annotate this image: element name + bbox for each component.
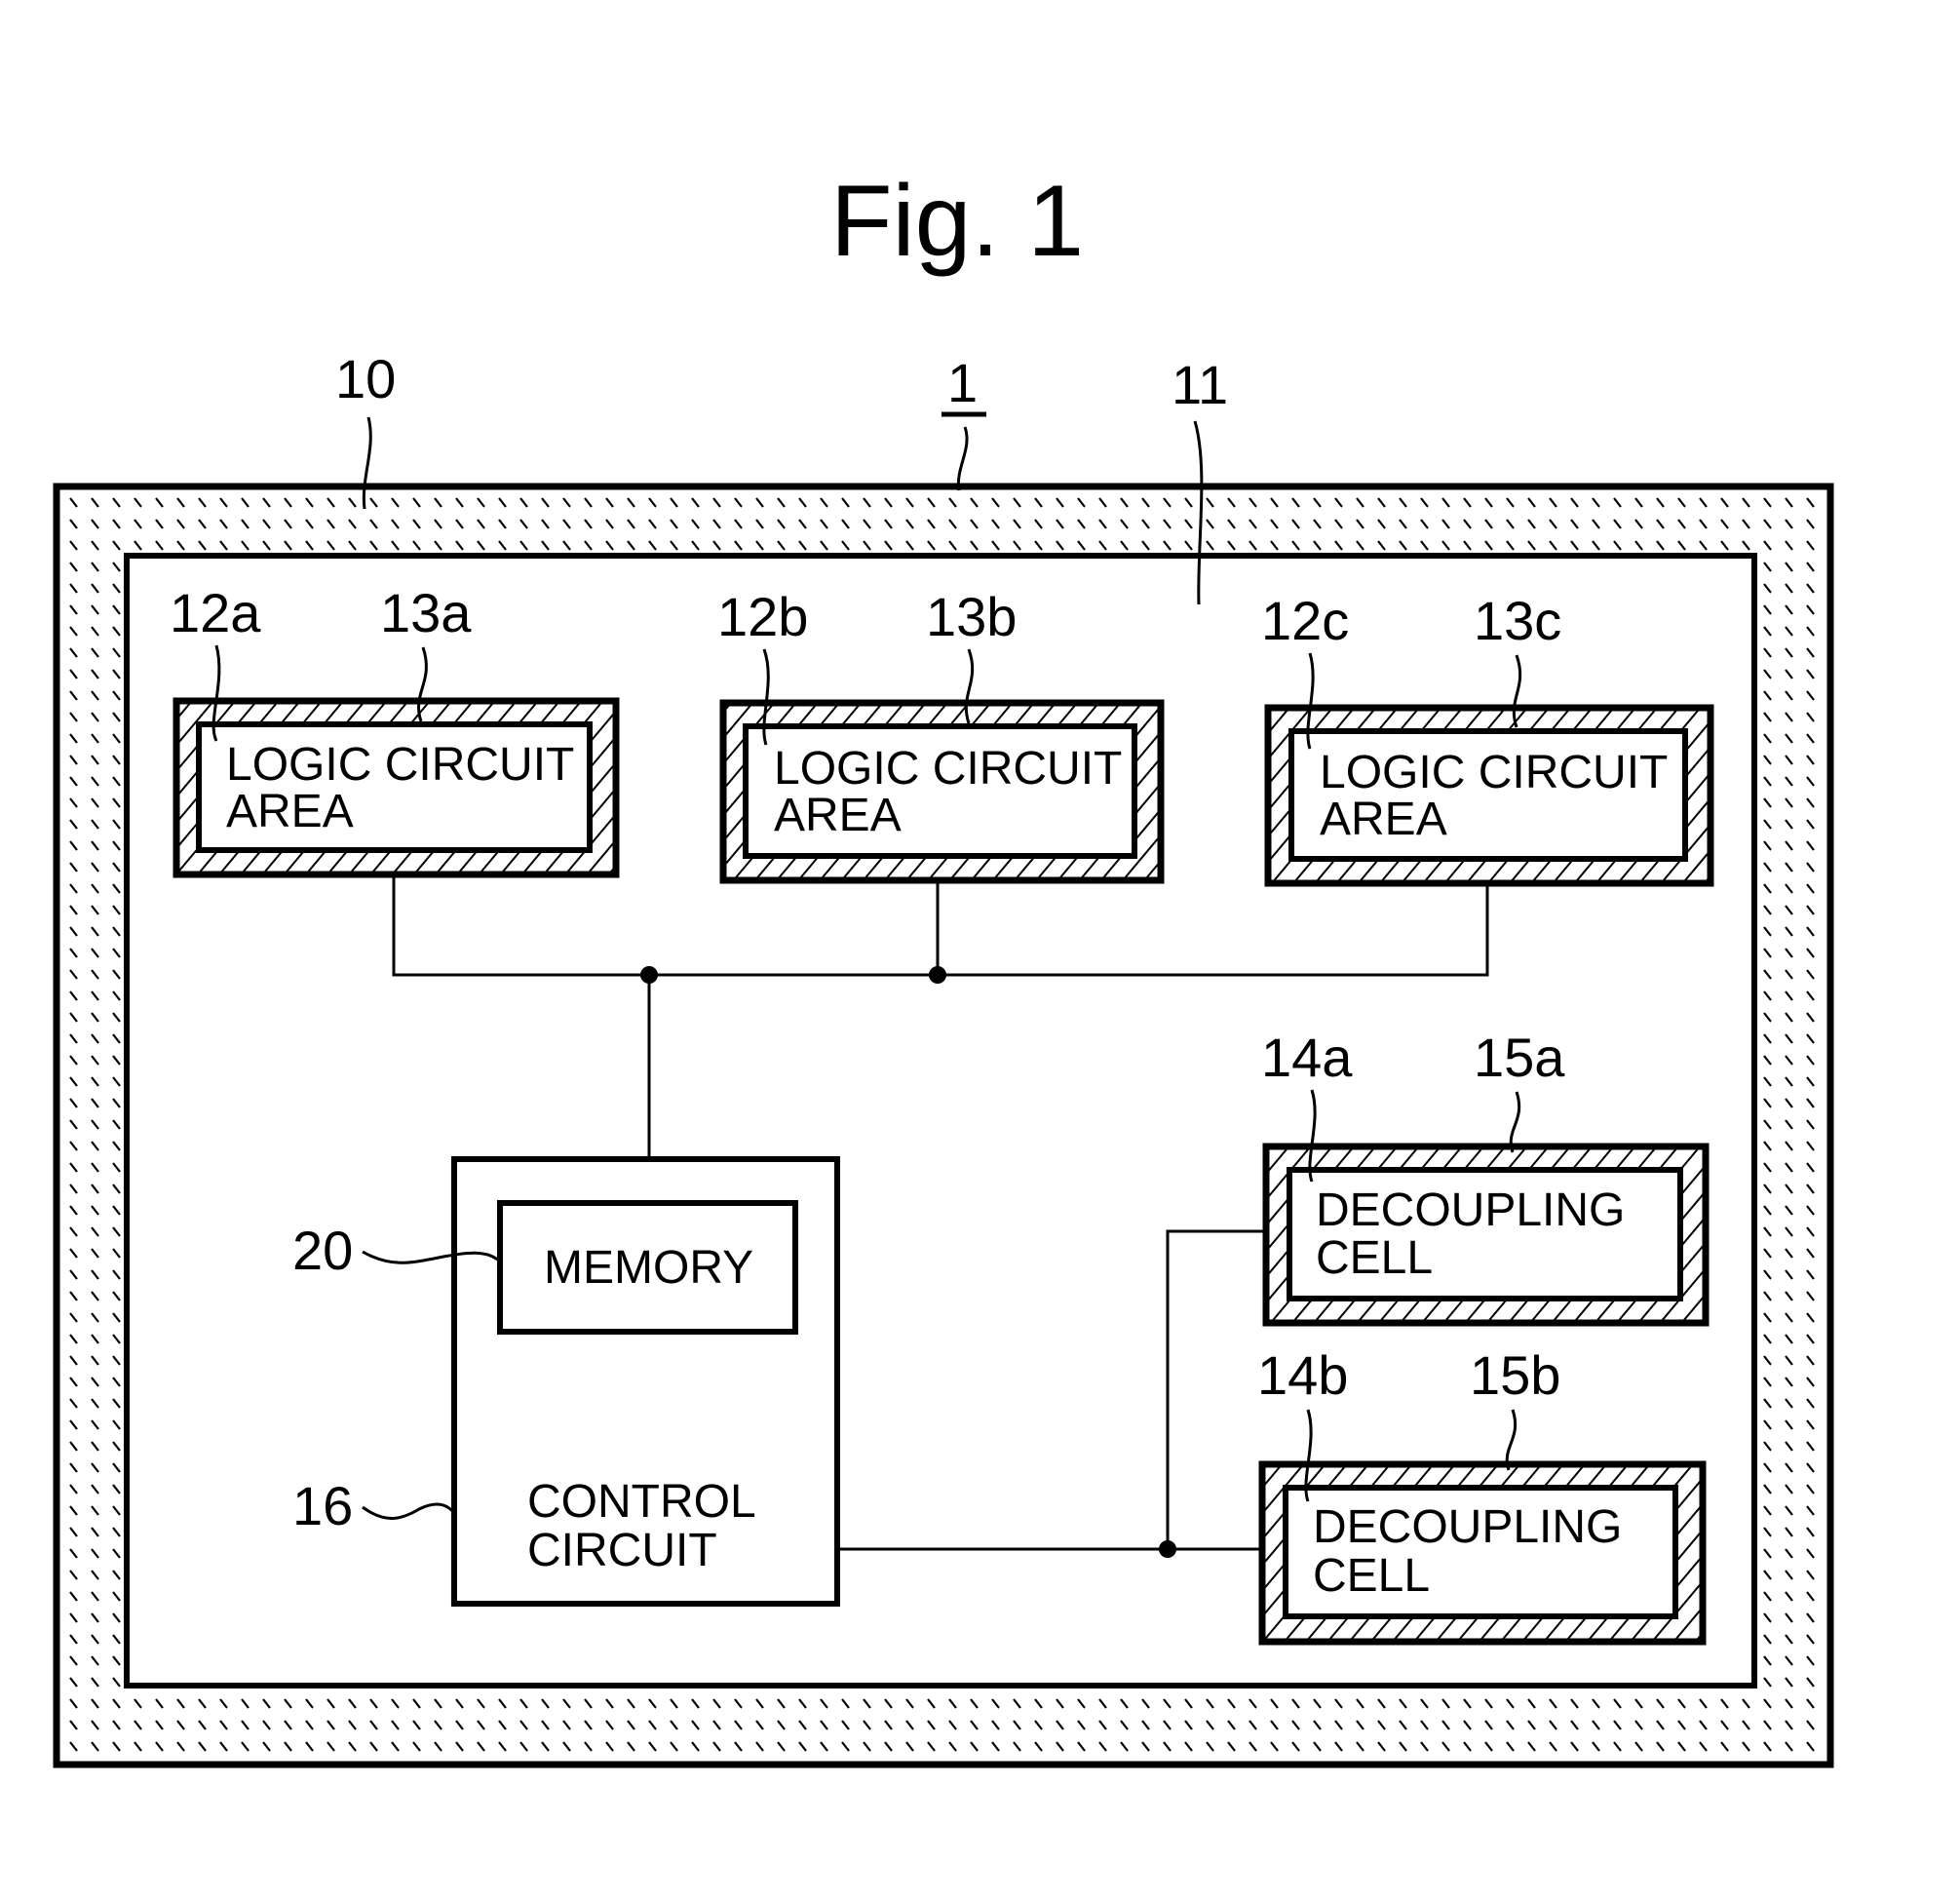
- control-line1: CONTROL: [527, 1476, 756, 1528]
- ref-logic-b: 12b: [717, 586, 808, 647]
- logic-circuit-area-a: LOGIC CIRCUIT AREA: [173, 697, 620, 878]
- logic-b-line2: AREA: [774, 790, 902, 841]
- ref-ring-a: 13a: [380, 582, 472, 643]
- logic-a-line1: LOGIC CIRCUIT: [226, 739, 574, 791]
- ref-ring-c: 13c: [1474, 590, 1561, 651]
- ref-memory: 20: [292, 1220, 353, 1281]
- decoupling-junction: [1159, 1540, 1176, 1558]
- logic-circuit-area-b: LOGIC CIRCUIT AREA: [719, 699, 1165, 884]
- ref-ring-b: 13b: [926, 586, 1017, 647]
- ref-ring-decoupling-b: 15b: [1470, 1344, 1560, 1406]
- ref-control: 16: [292, 1475, 353, 1536]
- logic-b-line1: LOGIC CIRCUIT: [774, 743, 1122, 795]
- ref-decoupling-b: 14b: [1257, 1344, 1348, 1406]
- ref-decoupling-a: 14a: [1261, 1027, 1353, 1088]
- ref-device-leader: [956, 426, 969, 491]
- ref-logic-a: 12a: [170, 582, 261, 643]
- decoupling-a-line1: DECOUPLING: [1316, 1184, 1625, 1236]
- bus-junction-1: [640, 966, 658, 984]
- logic-c-line1: LOGIC CIRCUIT: [1320, 747, 1668, 798]
- decoupling-cell-a: DECOUPLING CELL: [1262, 1143, 1710, 1327]
- decoupling-cell-b: DECOUPLING CELL: [1258, 1460, 1707, 1646]
- memory-label: MEMORY: [544, 1242, 753, 1294]
- ref-core-label: 11: [1172, 354, 1228, 415]
- decoupling-a-line2: CELL: [1316, 1232, 1433, 1284]
- bus-junction-2: [929, 966, 946, 984]
- control-line2: CIRCUIT: [527, 1525, 717, 1576]
- decoupling-b-line1: DECOUPLING: [1313, 1501, 1622, 1553]
- figure-canvas: Fig. 1 10 1 11 LOGIC CIRCUIT AREA 12a 13…: [53, 165, 1834, 1768]
- ref-chip-label: 10: [335, 348, 396, 409]
- ref-logic-c: 12c: [1261, 590, 1349, 651]
- ref-device-label: 1: [947, 352, 978, 413]
- memory-block: MEMORY: [497, 1200, 798, 1335]
- ref-ring-decoupling-a: 15a: [1474, 1027, 1565, 1088]
- figure-title: Fig. 1: [830, 165, 1084, 278]
- logic-circuit-area-c: LOGIC CIRCUIT AREA: [1264, 704, 1714, 887]
- logic-c-line2: AREA: [1320, 794, 1447, 845]
- logic-a-line2: AREA: [226, 786, 354, 837]
- decoupling-b-line2: CELL: [1313, 1550, 1430, 1602]
